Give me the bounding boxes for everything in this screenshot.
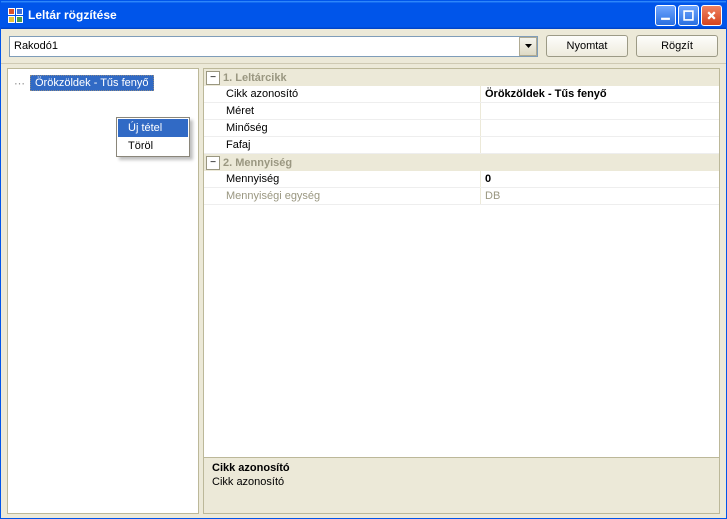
toolbar: Nyomtat Rögzít [1, 29, 726, 64]
save-button[interactable]: Rögzít [636, 35, 718, 57]
property-row-egyseg: Mennyiségi egység DB [204, 188, 719, 205]
print-button[interactable]: Nyomtat [546, 35, 628, 57]
property-label: Fafaj [204, 137, 481, 153]
property-row-fafaj[interactable]: Fafaj [204, 137, 719, 154]
property-label: Minőség [204, 120, 481, 136]
close-button[interactable] [701, 5, 722, 26]
combo-dropdown-button[interactable] [519, 37, 537, 56]
context-menu-new-item[interactable]: Új tétel [118, 119, 188, 137]
property-group-1[interactable]: − 1. Leltárcikk [204, 69, 719, 86]
help-pane: Cikk azonosító Cikk azonosító [203, 458, 720, 514]
context-menu: Új tétel Töröl [116, 117, 190, 157]
app-icon [7, 7, 23, 23]
property-value: DB [481, 188, 719, 204]
tree-item[interactable]: ⋯ Örökzöldek - Tűs fenyő [12, 75, 194, 91]
tree-selected-node[interactable]: Örökzöldek - Tűs fenyő [30, 75, 154, 91]
collapse-icon[interactable]: − [206, 156, 220, 170]
property-group-2[interactable]: − 2. Mennyiség [204, 154, 719, 171]
property-label: Cikk azonosító [204, 86, 481, 102]
property-row-meret[interactable]: Méret [204, 103, 719, 120]
property-value[interactable]: 0 [481, 171, 719, 187]
property-grid: − 1. Leltárcikk Cikk azonosító Örökzölde… [203, 68, 720, 458]
help-title: Cikk azonosító [212, 462, 711, 474]
property-label: Méret [204, 103, 481, 119]
property-row-cikk-id[interactable]: Cikk azonosító Örökzöldek - Tűs fenyő [204, 86, 719, 103]
location-combo[interactable] [9, 36, 538, 57]
location-input[interactable] [9, 36, 538, 57]
tree-pane: ⋯ Örökzöldek - Tűs fenyő Új tétel Töröl [7, 68, 199, 514]
group-title: 1. Leltárcikk [223, 72, 287, 84]
property-label: Mennyiség [204, 171, 481, 187]
property-label: Mennyiségi egység [204, 188, 481, 204]
property-value[interactable] [481, 137, 719, 153]
title-bar: Leltár rögzítése [1, 1, 726, 29]
minimize-button[interactable] [655, 5, 676, 26]
property-value[interactable]: Örökzöldek - Tűs fenyő [481, 86, 719, 102]
window-title: Leltár rögzítése [28, 8, 655, 22]
property-row-mennyiseg[interactable]: Mennyiség 0 [204, 171, 719, 188]
group-title: 2. Mennyiség [223, 157, 292, 169]
property-value[interactable] [481, 120, 719, 136]
property-row-minoseg[interactable]: Minőség [204, 120, 719, 137]
help-description: Cikk azonosító [212, 476, 711, 488]
property-value[interactable] [481, 103, 719, 119]
tree-connector-icon: ⋯ [14, 77, 24, 90]
collapse-icon[interactable]: − [206, 71, 220, 85]
context-menu-delete[interactable]: Töröl [118, 137, 188, 155]
maximize-button[interactable] [678, 5, 699, 26]
